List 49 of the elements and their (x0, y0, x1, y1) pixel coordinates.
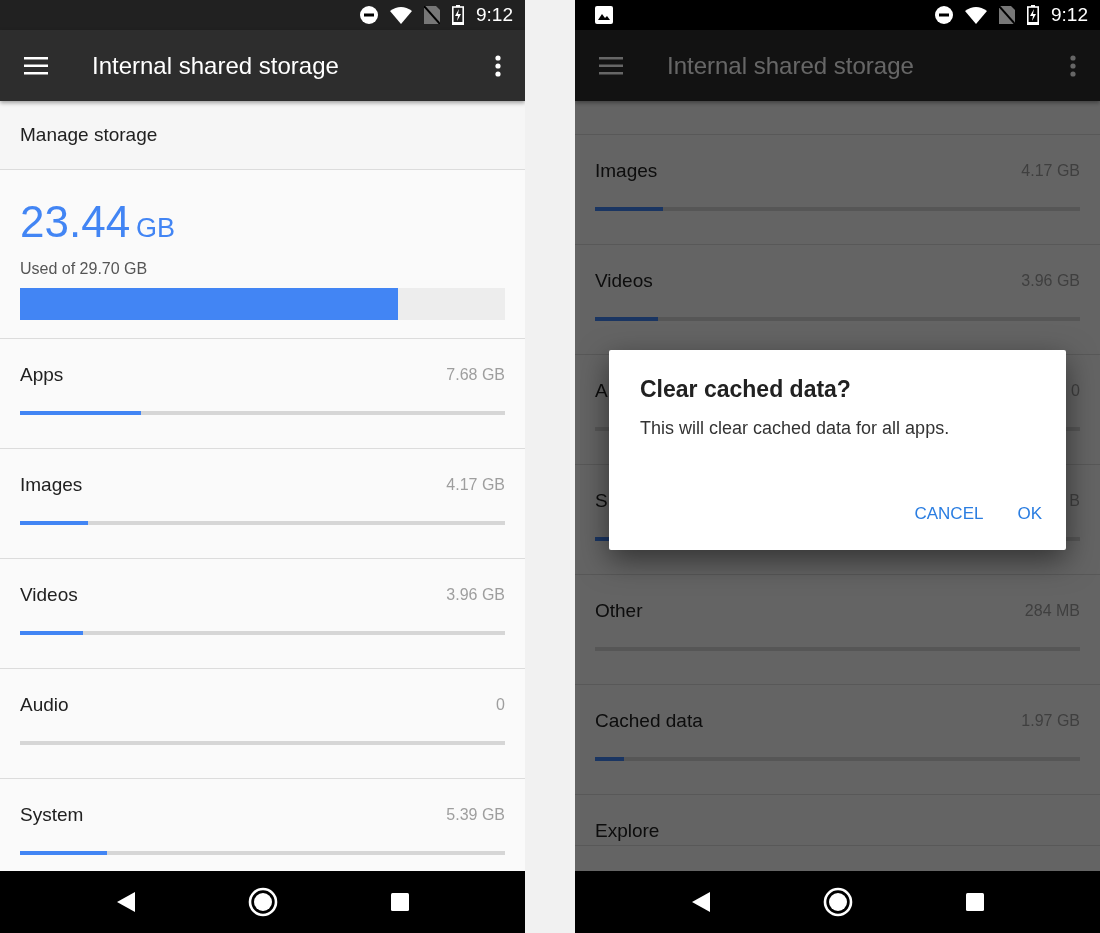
category-label: A (595, 380, 608, 402)
storage-row[interactable]: Explore (575, 795, 1100, 846)
category-label: Audio (20, 694, 69, 716)
category-size: 7.68 GB (446, 366, 505, 384)
category-label: S (595, 490, 608, 512)
recents-icon[interactable] (965, 893, 984, 911)
battery-charging-icon (452, 5, 464, 25)
used-amount: 23.44 GB (20, 196, 177, 248)
dialog-button[interactable]: CANCEL (902, 494, 996, 534)
storage-row[interactable]: Images 4.17 GB (0, 449, 525, 559)
more-options-icon[interactable] (495, 54, 501, 77)
category-label: System (20, 804, 84, 826)
dialog-message: This will clear cached data for all apps. (640, 418, 950, 439)
toolbar-title: Internal shared storage (92, 51, 340, 80)
clock-time: 9:12 (1051, 4, 1088, 26)
wifi-icon (965, 6, 987, 24)
clock-time: 9:12 (476, 4, 513, 26)
toolbar-title: Internal shared storage (667, 51, 915, 80)
home-icon[interactable] (822, 887, 853, 917)
home-icon[interactable] (247, 887, 278, 917)
category-label: Images (595, 160, 658, 182)
do-not-disturb-icon (360, 6, 378, 24)
storage-row[interactable]: Videos 3.96 GB (0, 559, 525, 669)
category-label: Apps (20, 364, 64, 386)
back-icon[interactable] (691, 892, 710, 912)
recents-icon[interactable] (390, 893, 409, 911)
category-size: 0 (496, 696, 505, 714)
wifi-icon (390, 6, 412, 24)
storage-row[interactable]: Audio 0 (0, 669, 525, 779)
battery-charging-icon (1027, 5, 1039, 25)
category-label: Cached data (595, 710, 703, 732)
dialog-button[interactable]: OK (1005, 494, 1054, 534)
category-label: Other (595, 600, 643, 622)
no-sim-icon (424, 6, 440, 24)
back-icon[interactable] (116, 892, 135, 912)
manage-storage-item[interactable]: Manage storage (20, 124, 158, 146)
category-label: Videos (20, 584, 78, 606)
category-size: 3.96 GB (446, 586, 505, 604)
menu-icon[interactable] (24, 56, 48, 75)
category-size: 5.39 GB (446, 806, 505, 824)
category-label: Images (20, 474, 83, 496)
used-caption: Used of 29.70 GB (20, 260, 149, 278)
category-label: Videos (595, 270, 653, 292)
do-not-disturb-icon (935, 6, 953, 24)
category-size: 4.17 GB (446, 476, 505, 494)
no-sim-icon (999, 6, 1015, 24)
dialog-title: Clear cached data? (640, 376, 851, 403)
category-label: Explore (595, 820, 660, 842)
storage-row[interactable]: Apps 7.68 GB (0, 339, 525, 449)
